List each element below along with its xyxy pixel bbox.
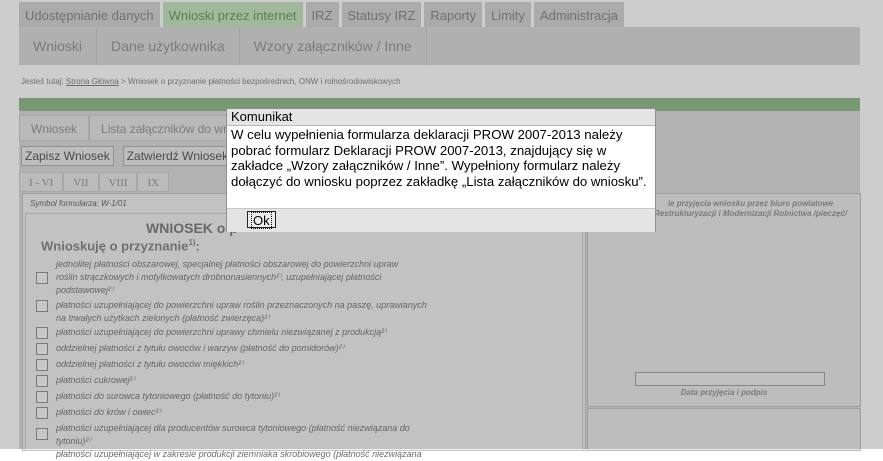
dialog-title: Komunikat	[227, 109, 655, 126]
dialog-message: W celu wypełnienia formularza deklaracji…	[231, 127, 647, 189]
dialog-footer: Ok	[227, 208, 655, 232]
ok-button[interactable]: Ok	[247, 211, 276, 229]
item-line: płatności uzupełniającej w zakresie prod…	[56, 449, 422, 459]
ok-button-label: Ok	[251, 212, 272, 229]
message-dialog: Komunikat W celu wypełnienia formularza …	[226, 108, 656, 232]
item-text: płatności uzupełniającej w zakresie prod…	[56, 448, 496, 461]
